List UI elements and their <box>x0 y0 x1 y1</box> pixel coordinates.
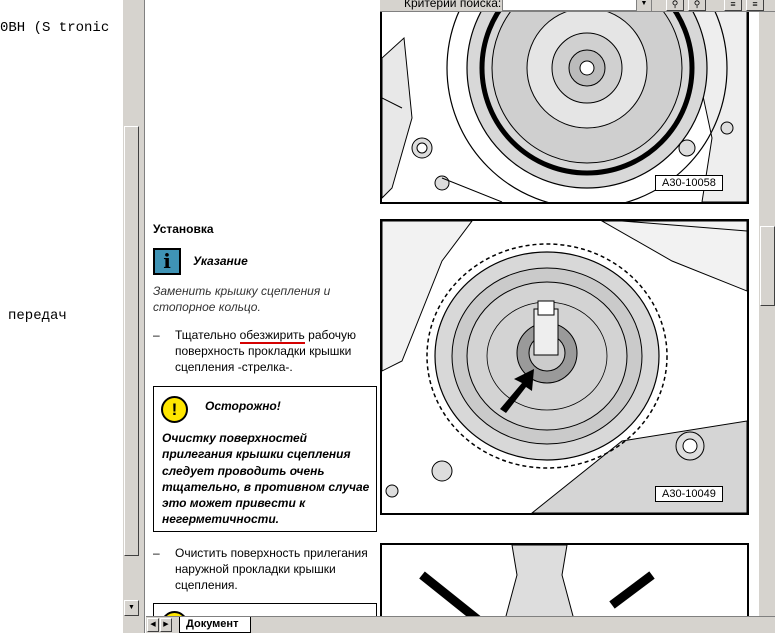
step-text: Очистить поверхность прилегания наружной… <box>175 546 368 592</box>
code-pane: 0BH (S tronic передач <box>0 0 122 633</box>
warning-icon: ! <box>161 396 188 423</box>
list-options-icon[interactable]: ≡ <box>746 0 764 11</box>
step-dash: – <box>153 328 160 342</box>
left-scrollbar-thumb[interactable] <box>124 126 139 556</box>
section-heading: Установка <box>153 222 214 236</box>
code-line: 0BH (S tronic <box>0 20 110 36</box>
step-item: – Тщательно обезжирить рабочую поверхнос… <box>153 327 378 375</box>
doc-scrollbar-thumb[interactable] <box>760 226 775 306</box>
list-icon[interactable]: ≡ <box>724 0 742 11</box>
search-criteria-input[interactable] <box>502 0 652 11</box>
info-icon: i <box>153 248 181 275</box>
underlined-word: обезжирить <box>239 328 305 344</box>
warning-box <box>153 603 377 616</box>
tab-document[interactable]: Документ <box>179 617 252 633</box>
scroll-down-arrow-icon[interactable]: ▼ <box>124 600 139 616</box>
left-scrollbar[interactable]: ▼ <box>122 0 139 633</box>
binoculars-next-icon[interactable]: ⚲ <box>688 0 706 11</box>
note-text: Заменить крышку сцепления и стопорное ко… <box>153 284 331 314</box>
doc-scrollbar[interactable] <box>758 0 775 616</box>
figure-label: A30-10049 <box>655 486 723 502</box>
step-dash: – <box>153 546 160 560</box>
dropdown-arrow-icon[interactable]: ▼ <box>636 0 651 11</box>
warning-title: Осторожно! <box>205 399 281 413</box>
tab-bar: ◀ ▶ Документ <box>146 616 775 633</box>
figure-clutch-cover: A30-10049 <box>380 219 749 515</box>
tool-drawing <box>382 545 747 616</box>
tab-next-icon[interactable]: ▶ <box>160 618 172 632</box>
search-label: Критерии поиска: <box>404 0 502 10</box>
pane-splitter[interactable] <box>139 0 145 633</box>
code-line: передач <box>8 308 67 324</box>
document-view: A30-10058 A30-10049 Установка i Указание… <box>146 0 757 616</box>
figure-tool <box>380 543 749 616</box>
step-text: Тщательно обезжирить рабочую поверхность… <box>153 327 378 375</box>
search-toolbar: Критерии поиска: ▼ ⚲ ⚲ ≡ ≡ <box>380 0 775 12</box>
step-text-part: Тщательно <box>175 328 240 342</box>
figure-clutch-top: A30-10058 <box>380 0 749 204</box>
warning-text: Очистку поверхностей прилегания крышки с… <box>162 431 370 527</box>
step-item: – Очистить поверхность прилегания наружн… <box>153 545 378 593</box>
warning-box: ! Осторожно! Очистку поверхностей прилег… <box>153 386 377 532</box>
binoculars-icon[interactable]: ⚲ <box>666 0 684 11</box>
figure-label: A30-10058 <box>655 175 723 191</box>
clutch-drawing-2 <box>382 221 747 513</box>
note-title: Указание <box>193 254 248 268</box>
clutch-drawing-1 <box>382 0 747 202</box>
tab-prev-icon[interactable]: ◀ <box>147 618 159 632</box>
